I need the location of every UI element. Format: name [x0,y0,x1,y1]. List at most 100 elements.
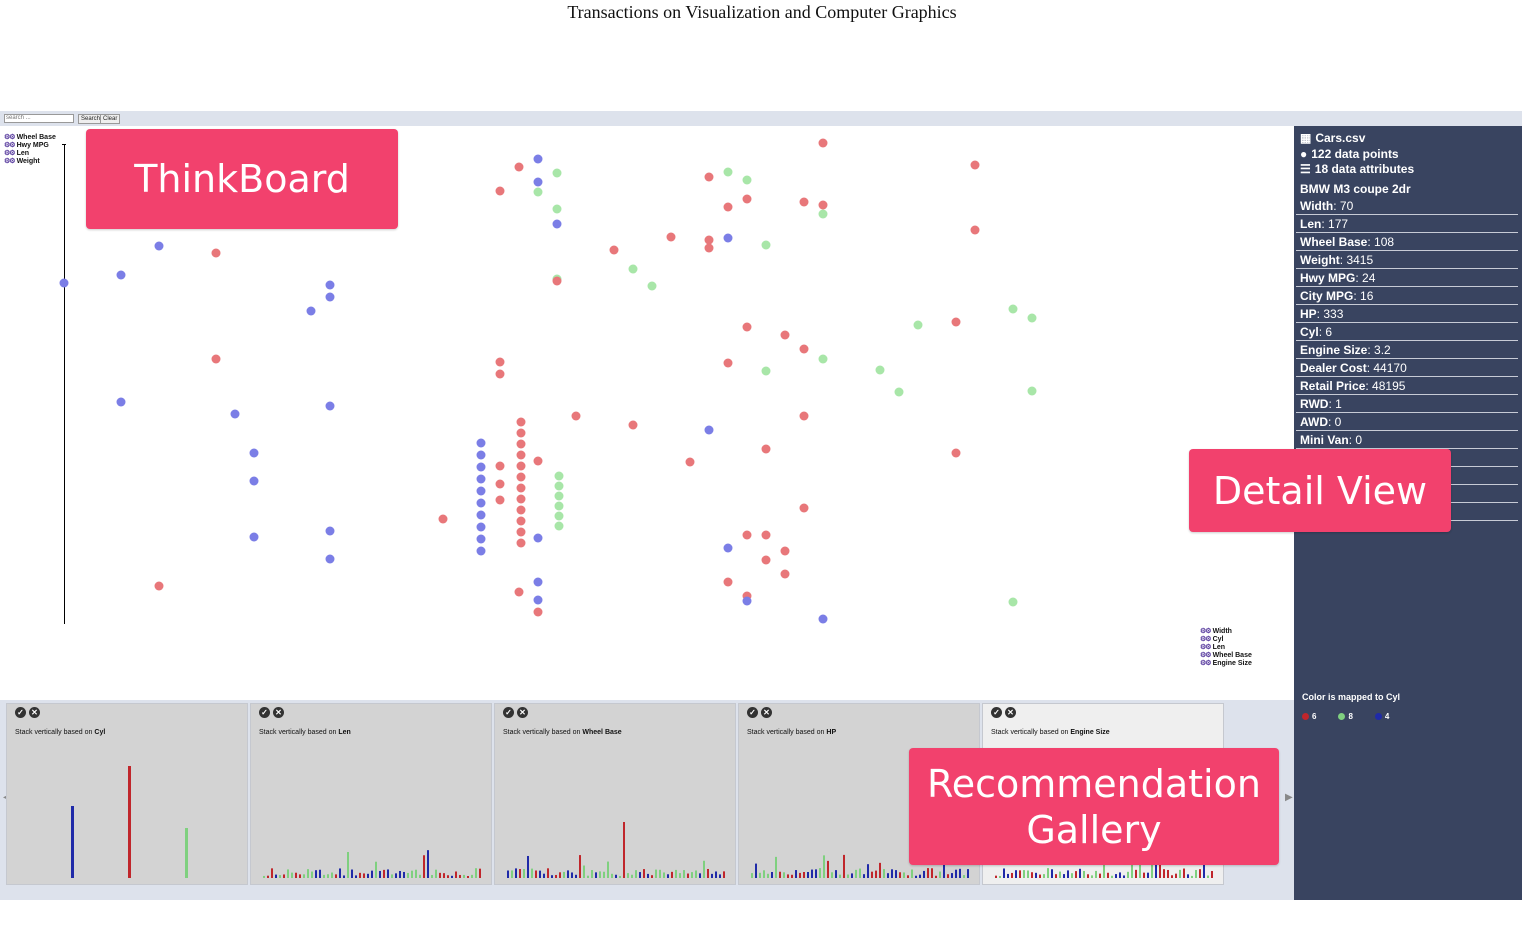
data-point[interactable] [723,233,733,243]
search-input[interactable] [4,114,74,123]
data-point[interactable] [951,317,961,327]
data-point[interactable] [742,322,752,332]
data-point[interactable] [742,194,752,204]
data-point[interactable] [685,457,695,467]
data-point[interactable] [495,479,505,489]
data-point[interactable] [211,248,221,258]
data-point[interactable] [647,281,657,291]
data-point[interactable] [438,514,448,524]
data-point[interactable] [249,532,259,542]
data-point[interactable] [516,538,526,548]
data-point[interactable] [1027,386,1037,396]
data-point[interactable] [723,167,733,177]
data-point[interactable] [780,546,790,556]
data-point[interactable] [628,420,638,430]
data-point[interactable] [571,411,581,421]
data-point[interactable] [249,476,259,486]
data-point[interactable] [875,365,885,375]
data-point[interactable] [325,554,335,564]
data-point[interactable] [116,270,126,280]
data-point[interactable] [552,276,562,286]
data-point[interactable] [552,204,562,214]
data-point[interactable] [476,546,486,556]
data-point[interactable] [761,366,771,376]
data-point[interactable] [325,292,335,302]
data-point[interactable] [554,491,564,501]
data-point[interactable] [723,543,733,553]
data-point[interactable] [970,225,980,235]
data-point[interactable] [799,344,809,354]
data-point[interactable] [533,607,543,617]
data-point[interactable] [476,510,486,520]
data-point[interactable] [554,471,564,481]
data-point[interactable] [154,241,164,251]
data-point[interactable] [628,264,638,274]
data-point[interactable] [249,448,259,458]
gallery-card[interactable]: ✓ ✕ Stack vertically based on Wheel Base [494,703,736,885]
gallery-card[interactable]: ✓ ✕ Stack vertically based on Len [250,703,492,885]
data-point[interactable] [799,411,809,421]
data-point[interactable] [1027,313,1037,323]
data-point[interactable] [818,354,828,364]
data-point[interactable] [325,401,335,411]
data-point[interactable] [894,387,904,397]
data-point[interactable] [761,555,771,565]
data-point[interactable] [554,521,564,531]
data-point[interactable] [516,428,526,438]
data-point[interactable] [516,483,526,493]
data-point[interactable] [818,614,828,624]
data-point[interactable] [476,474,486,484]
data-point[interactable] [495,369,505,379]
data-point[interactable] [230,409,240,419]
data-point[interactable] [59,278,69,288]
data-point[interactable] [723,358,733,368]
data-point[interactable] [666,232,676,242]
gallery-card[interactable]: ✓ ✕ Stack vertically based on Cyl [6,703,248,885]
data-point[interactable] [742,175,752,185]
data-point[interactable] [514,162,524,172]
data-point[interactable] [516,472,526,482]
data-point[interactable] [325,526,335,536]
data-point[interactable] [533,154,543,164]
data-point[interactable] [554,511,564,521]
data-point[interactable] [495,357,505,367]
gallery-next-arrow[interactable]: ▶ [1285,792,1293,803]
clear-button[interactable]: Clear [100,114,121,124]
data-point[interactable] [761,444,771,454]
data-point[interactable] [799,197,809,207]
data-point[interactable] [516,505,526,515]
data-point[interactable] [476,462,486,472]
data-point[interactable] [818,200,828,210]
data-point[interactable] [516,461,526,471]
data-point[interactable] [704,243,714,253]
data-point[interactable] [913,320,923,330]
data-point[interactable] [704,425,714,435]
data-point[interactable] [552,168,562,178]
data-point[interactable] [476,486,486,496]
data-point[interactable] [761,240,771,250]
data-point[interactable] [742,530,752,540]
data-point[interactable] [554,501,564,511]
data-point[interactable] [609,245,619,255]
data-point[interactable] [780,569,790,579]
data-point[interactable] [476,438,486,448]
data-point[interactable] [533,595,543,605]
data-point[interactable] [1008,304,1018,314]
data-point[interactable] [780,330,790,340]
data-point[interactable] [723,202,733,212]
data-point[interactable] [970,160,980,170]
data-point[interactable] [516,494,526,504]
data-point[interactable] [476,450,486,460]
data-point[interactable] [533,577,543,587]
toggle-icons[interactable]: ⚙⚙ [1200,644,1212,652]
data-point[interactable] [154,581,164,591]
toggle-icons[interactable]: ⚙⚙ [1200,636,1212,644]
data-point[interactable] [818,138,828,148]
data-point[interactable] [516,417,526,427]
data-point[interactable] [554,481,564,491]
toggle-icons[interactable]: ⚙⚙ [1200,652,1212,660]
data-point[interactable] [514,587,524,597]
data-point[interactable] [516,450,526,460]
data-point[interactable] [116,397,126,407]
data-point[interactable] [516,527,526,537]
